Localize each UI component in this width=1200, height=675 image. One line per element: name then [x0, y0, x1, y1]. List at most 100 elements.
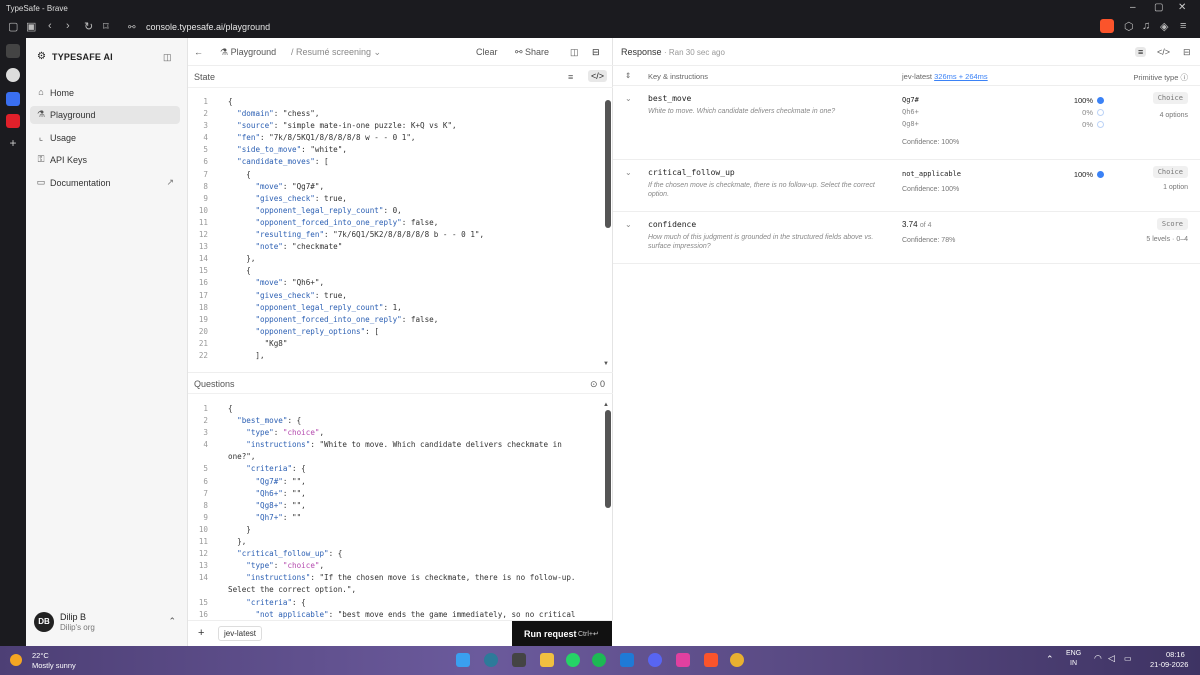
- option-label: Qg8+: [902, 120, 919, 128]
- brave-shield-icon[interactable]: [1100, 19, 1114, 33]
- rail-add-icon[interactable]: +: [6, 136, 20, 150]
- reload-icon[interactable]: ↻: [84, 20, 93, 33]
- code-text: "critical_follow_up": {: [237, 549, 343, 559]
- line-number: 8: [203, 500, 208, 510]
- os-taskbar: 22°C Mostly sunny ⌃ ENG IN ◠ ◁ ▭ 08:16 2…: [0, 646, 1200, 675]
- volume-icon[interactable]: ◁: [1108, 653, 1115, 664]
- scroll-up-icon[interactable]: ▲: [603, 402, 609, 408]
- model-selector[interactable]: jev-latest: [218, 626, 263, 641]
- sidebar-item-usage[interactable]: ⌞ Usage: [30, 129, 180, 147]
- address-bar[interactable]: console.typesafe.ai/playground: [146, 22, 270, 32]
- line-number: 2: [203, 416, 208, 426]
- sidebar-item-playground[interactable]: ⚗ Playground: [30, 106, 180, 124]
- rail-profile-icon[interactable]: [6, 68, 20, 82]
- chevron-down-icon[interactable]: ⌄: [625, 94, 632, 103]
- code-text: "Kg8": [228, 338, 288, 348]
- code-view-icon[interactable]: </>: [588, 70, 608, 82]
- code-line: 5 "criteria": {: [188, 463, 603, 475]
- search-icon[interactable]: [484, 653, 498, 667]
- chevron-down-icon[interactable]: ⌄: [625, 220, 632, 229]
- bookmark-icon[interactable]: ⌑: [103, 20, 109, 33]
- wifi-icon[interactable]: ◠: [1094, 653, 1102, 664]
- media-icon[interactable]: ♫: [1142, 20, 1150, 32]
- tabs-icon[interactable]: ▣: [26, 20, 36, 33]
- rail-app-icon[interactable]: [6, 44, 20, 58]
- split-vertical-icon[interactable]: ◫: [570, 47, 579, 58]
- sort-icon[interactable]: ⇕: [625, 71, 631, 80]
- scroll-down-icon[interactable]: ▼: [603, 361, 609, 367]
- code-line: 4 "fen": "7k/8/5KQ1/8/8/8/8/8 w - - 0 1"…: [188, 132, 603, 144]
- option-percent: 100%: [1073, 96, 1093, 105]
- response-row-confidence[interactable]: ⌄ confidence How much of this judgment i…: [613, 212, 1200, 264]
- chrome-icon[interactable]: [730, 653, 744, 667]
- code-text: "Qg8+": "",: [255, 500, 306, 510]
- back-arrow-icon[interactable]: ←: [194, 47, 203, 57]
- code-text: "gives_check": true,: [255, 290, 347, 300]
- code-text: "opponent_reply_options": [: [255, 326, 379, 336]
- wallet-icon[interactable]: ⬡: [1124, 20, 1134, 33]
- collapse-sidebar-icon[interactable]: ◫: [163, 52, 172, 63]
- chevron-down-icon[interactable]: ⌄: [625, 168, 632, 177]
- whatsapp-icon[interactable]: [566, 653, 580, 667]
- breadcrumb-playground[interactable]: ⚗ Playground: [220, 47, 276, 58]
- battery-icon[interactable]: ▭: [1124, 654, 1132, 663]
- vscode-icon[interactable]: [620, 653, 634, 667]
- code-line: 12 "critical_follow_up": {: [188, 548, 603, 560]
- figma-icon[interactable]: [676, 653, 690, 667]
- taskview-icon[interactable]: [512, 653, 526, 667]
- option-percent: 100%: [1073, 170, 1093, 179]
- user-menu[interactable]: DB Dilip B Dilip's org ⌃: [32, 610, 182, 638]
- code-text: "type": "choice",: [246, 561, 325, 571]
- line-number: 3: [203, 121, 208, 131]
- back-icon[interactable]: ‹: [48, 20, 52, 32]
- brave-icon[interactable]: [704, 653, 718, 667]
- sidebar-toggle-icon[interactable]: ▢: [8, 20, 18, 33]
- state-code-editor[interactable]: 1{2 "domain": "chess", 3 "source": "simpl…: [188, 96, 603, 362]
- add-icon[interactable]: +: [198, 627, 204, 639]
- questions-scrollbar[interactable]: [605, 410, 611, 508]
- run-bar: + jev-latest Run request Ctrl+↵: [188, 620, 613, 647]
- code-text: Select the correct option.",: [228, 585, 357, 595]
- type-meta: 4 options: [1159, 112, 1188, 119]
- clock-time[interactable]: 08:16: [1166, 650, 1185, 659]
- format-icon[interactable]: ≡: [568, 72, 573, 82]
- explorer-icon[interactable]: [540, 653, 554, 667]
- col-model[interactable]: jev-latest 326ms + 264ms: [902, 72, 988, 81]
- breadcrumb-current[interactable]: / Resumé screening ⌄: [291, 47, 381, 58]
- start-icon[interactable]: [456, 653, 470, 667]
- response-row-critical-follow-up[interactable]: ⌄ critical_follow_up If the chosen move …: [613, 160, 1200, 212]
- forward-icon[interactable]: ›: [66, 20, 70, 32]
- rail-youtube-icon[interactable]: [6, 114, 20, 128]
- list-view-icon[interactable]: ≡: [1135, 47, 1147, 57]
- questions-code-editor[interactable]: 1{2 "best_move": {3 "type": "choice", 4 "…: [188, 403, 603, 621]
- code-line: 5 "side_to_move": "white",: [188, 144, 603, 156]
- minimize-icon[interactable]: –: [1130, 2, 1136, 13]
- state-scrollbar[interactable]: [605, 100, 611, 228]
- vpn-icon[interactable]: ◈: [1160, 20, 1168, 33]
- clear-button[interactable]: Clear: [476, 47, 498, 57]
- maximize-icon[interactable]: ▢: [1154, 2, 1163, 13]
- sidebar-item-documentation[interactable]: ▭ Documentation ↗: [30, 174, 180, 192]
- response-row-best-move[interactable]: ⌄ best_move White to move. Which candida…: [613, 86, 1200, 160]
- language-indicator[interactable]: ENG: [1066, 650, 1081, 657]
- sidebar-item-home[interactable]: ⌂ Home: [30, 84, 180, 102]
- line-number: 11: [198, 537, 208, 547]
- spotify-icon[interactable]: [592, 653, 606, 667]
- panel-toggle-icon[interactable]: ⊟: [1183, 47, 1191, 58]
- code-view-icon[interactable]: </>: [1157, 47, 1170, 57]
- tray-overflow-icon[interactable]: ⌃: [1046, 654, 1054, 665]
- line-number: 4: [203, 133, 208, 143]
- site-info-icon[interactable]: ⚯: [128, 22, 136, 33]
- share-button[interactable]: ⚯ Share: [515, 47, 549, 58]
- close-icon[interactable]: ✕: [1178, 2, 1186, 13]
- code-text: {: [228, 266, 251, 276]
- menu-icon[interactable]: ≡: [1180, 20, 1186, 32]
- sidebar-item-api-keys[interactable]: ⚿ API Keys: [30, 151, 180, 169]
- split-horizontal-icon[interactable]: ⊟: [592, 47, 600, 58]
- home-icon: ⌂: [38, 87, 44, 97]
- state-header: State ≡ </>: [188, 66, 613, 88]
- rail-extension-icon[interactable]: [6, 92, 20, 106]
- chart-icon: ⌞: [38, 132, 44, 142]
- run-request-button[interactable]: Run request Ctrl+↵: [512, 621, 612, 647]
- discord-icon[interactable]: [648, 653, 662, 667]
